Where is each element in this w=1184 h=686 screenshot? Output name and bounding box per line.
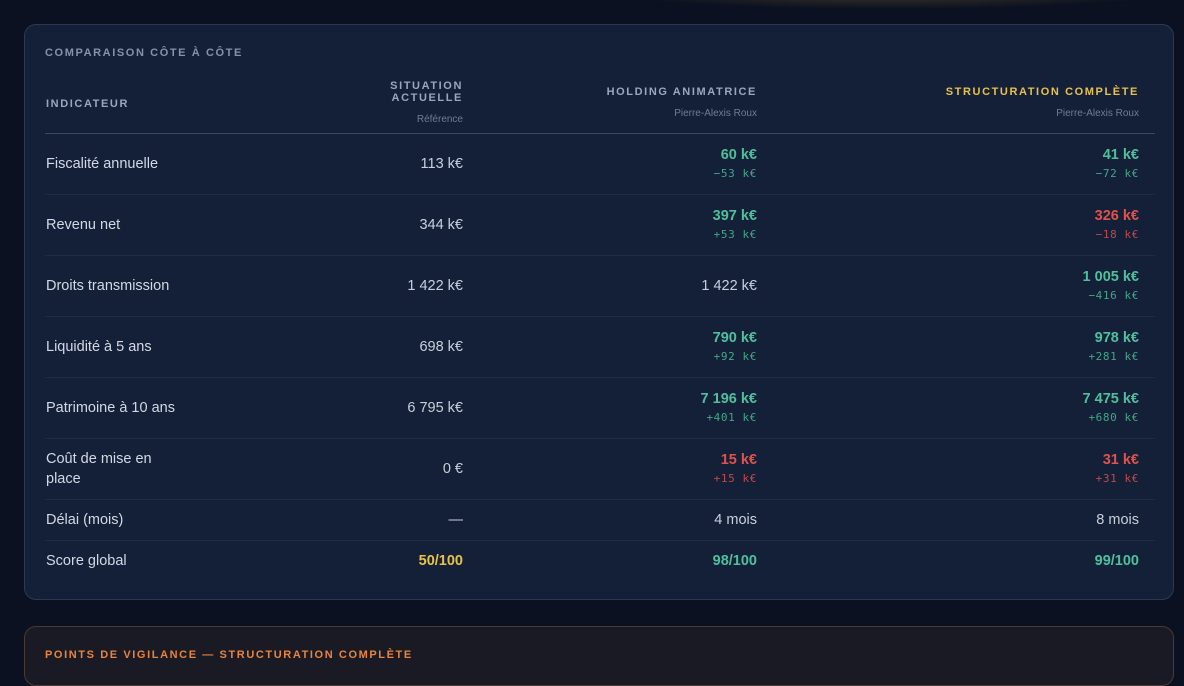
holding-cell: 60 k€ −53 k€ [479,133,773,195]
holding-value: 1 422 k€ [701,277,757,294]
row-label-text: Coût de mise en place [46,450,152,487]
comparison-table: INDICATEUR SITUATION ACTUELLE Référence … [45,73,1155,581]
complete-cell: 31 k€ +31 k€ [773,438,1155,500]
row-label: Droits transmission [45,255,332,317]
table-row: Score global 50/100 98/100 99/100 [45,540,1155,581]
vigilance-card: POINTS DE VIGILANCE — STRUCTURATION COMP… [24,626,1174,686]
complete-score: 99/100 [1094,552,1139,569]
current-value: 113 k€ [420,155,463,172]
header-holding: HOLDING ANIMATRICE Pierre-Alexis Roux [479,73,773,134]
header-current-label: SITUATION ACTUELLE [390,80,463,105]
vigilance-title: POINTS DE VIGILANCE — STRUCTURATION COMP… [45,649,413,661]
header-indicator: INDICATEUR [45,73,332,134]
complete-cell: 8 mois [773,499,1155,541]
holding-delta: +401 k€ [706,411,757,424]
complete-cell: 326 k€ −18 k€ [773,194,1155,256]
header-holding-label: HOLDING ANIMATRICE [606,86,757,99]
table-row: Délai (mois) — 4 mois 8 mois [45,499,1155,541]
holding-cell: 98/100 [479,540,773,581]
complete-delta: +680 k€ [1088,411,1139,424]
current-cell: 344 k€ [332,194,479,256]
holding-value: 15 k€ [720,452,757,468]
header-holding-sub: Pierre-Alexis Roux [674,108,757,120]
holding-cell: 4 mois [479,499,773,541]
complete-value: 31 k€ [1102,452,1139,468]
complete-value: 326 k€ [1094,208,1139,224]
current-value: 0 € [442,460,463,477]
complete-value: 1 005 k€ [1082,269,1139,285]
current-value: 344 k€ [419,216,463,233]
table-header-row: INDICATEUR SITUATION ACTUELLE Référence … [45,73,1155,134]
row-label: Score global [46,552,127,569]
complete-cell: 99/100 [773,540,1155,581]
table-row: Droits transmission 1 422 k€ 1 422 k€ 1 … [45,255,1155,317]
holding-delta: +92 k€ [713,350,757,363]
holding-cell: 397 k€ +53 k€ [479,194,773,256]
table-row: Fiscalité annuelle 113 k€ 60 k€ −53 k€ 4… [45,133,1155,195]
row-label: Liquidité à 5 ans [45,316,332,378]
complete-delta: −72 k€ [1095,167,1139,180]
complete-cell: 978 k€ +281 k€ [773,316,1155,378]
holding-cell: 15 k€ +15 k€ [479,438,773,500]
header-complete: STRUCTURATION COMPLÈTE Pierre-Alexis Rou… [773,73,1155,134]
row-label: Patrimoine à 10 ans [45,377,332,439]
current-cell: 0 € [332,438,479,500]
complete-value: 41 k€ [1102,147,1139,163]
table-row: Patrimoine à 10 ans 6 795 k€ 7 196 k€ +4… [45,377,1155,439]
header-indicator-label: INDICATEUR [46,97,130,110]
table-row: Coût de mise en place 0 € 15 k€ +15 k€ 3… [45,438,1155,500]
comparison-card: COMPARAISON CÔTE À CÔTE INDICATEUR SITUA… [24,24,1174,600]
complete-delta: −18 k€ [1095,228,1139,241]
current-cell: 50/100 [332,540,479,581]
complete-value: 8 mois [1096,511,1139,528]
current-value: 6 795 k€ [407,399,463,416]
current-cell: 698 k€ [332,316,479,378]
complete-delta: +281 k€ [1088,350,1139,363]
complete-cell: 41 k€ −72 k€ [773,133,1155,195]
complete-cell: 1 005 k€ −416 k€ [773,255,1155,317]
complete-delta: +31 k€ [1095,472,1139,485]
holding-cell: 790 k€ +92 k€ [479,316,773,378]
row-label: Délai (mois) [45,499,332,541]
holding-value: 4 mois [714,511,757,528]
complete-delta: −416 k€ [1088,289,1139,302]
current-cell: 1 422 k€ [332,255,479,317]
holding-cell: 7 196 k€ +401 k€ [479,377,773,439]
holding-value: 397 k€ [712,208,757,224]
header-complete-sub: Pierre-Alexis Roux [1056,108,1139,120]
holding-score: 98/100 [712,552,757,569]
comparison-title: COMPARAISON CÔTE À CÔTE [45,47,243,59]
holding-value: 7 196 k€ [700,391,757,407]
row-label: Revenu net [45,194,332,256]
holding-delta: +15 k€ [713,472,757,485]
table-row: Revenu net 344 k€ 397 k€ +53 k€ 326 k€ −… [45,194,1155,256]
table-row: Liquidité à 5 ans 698 k€ 790 k€ +92 k€ 9… [45,316,1155,378]
current-cell: 6 795 k€ [332,377,479,439]
top-glow [610,0,1170,8]
holding-cell: 1 422 k€ [479,255,773,317]
current-cell: 113 k€ [332,133,479,195]
current-value: 698 k€ [419,338,463,355]
current-cell: — [332,499,479,541]
current-value: — [448,511,464,528]
row-label: Fiscalité annuelle [45,133,332,195]
row-label: Coût de mise en place [45,438,332,500]
complete-value: 7 475 k€ [1082,391,1139,407]
current-score: 50/100 [418,552,463,569]
holding-value: 790 k€ [712,330,757,346]
complete-value: 978 k€ [1094,330,1139,346]
complete-cell: 7 475 k€ +680 k€ [773,377,1155,439]
header-complete-label: STRUCTURATION COMPLÈTE [945,86,1139,99]
header-current-sub: Référence [416,114,463,126]
current-value: 1 422 k€ [407,277,463,294]
header-current: SITUATION ACTUELLE Référence [332,73,479,134]
holding-value: 60 k€ [720,147,757,163]
holding-delta: +53 k€ [713,228,757,241]
holding-delta: −53 k€ [713,167,757,180]
